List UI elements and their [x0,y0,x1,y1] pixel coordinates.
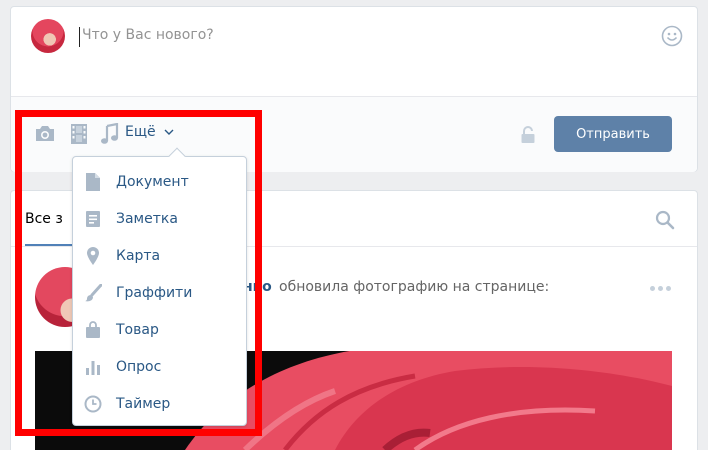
user-avatar[interactable] [31,19,65,53]
send-button[interactable]: Отправить [554,116,672,152]
text-caret [79,27,80,47]
lock-icon[interactable] [520,126,536,148]
highlight-frame [15,110,262,436]
post-action-text: обновила фотографию на странице: [279,279,550,295]
smile-icon[interactable] [661,25,683,47]
post-menu-icon[interactable] [650,286,671,291]
post-input[interactable] [79,27,647,43]
search-icon[interactable] [655,210,675,234]
post-input-wrap[interactable] [79,27,647,49]
